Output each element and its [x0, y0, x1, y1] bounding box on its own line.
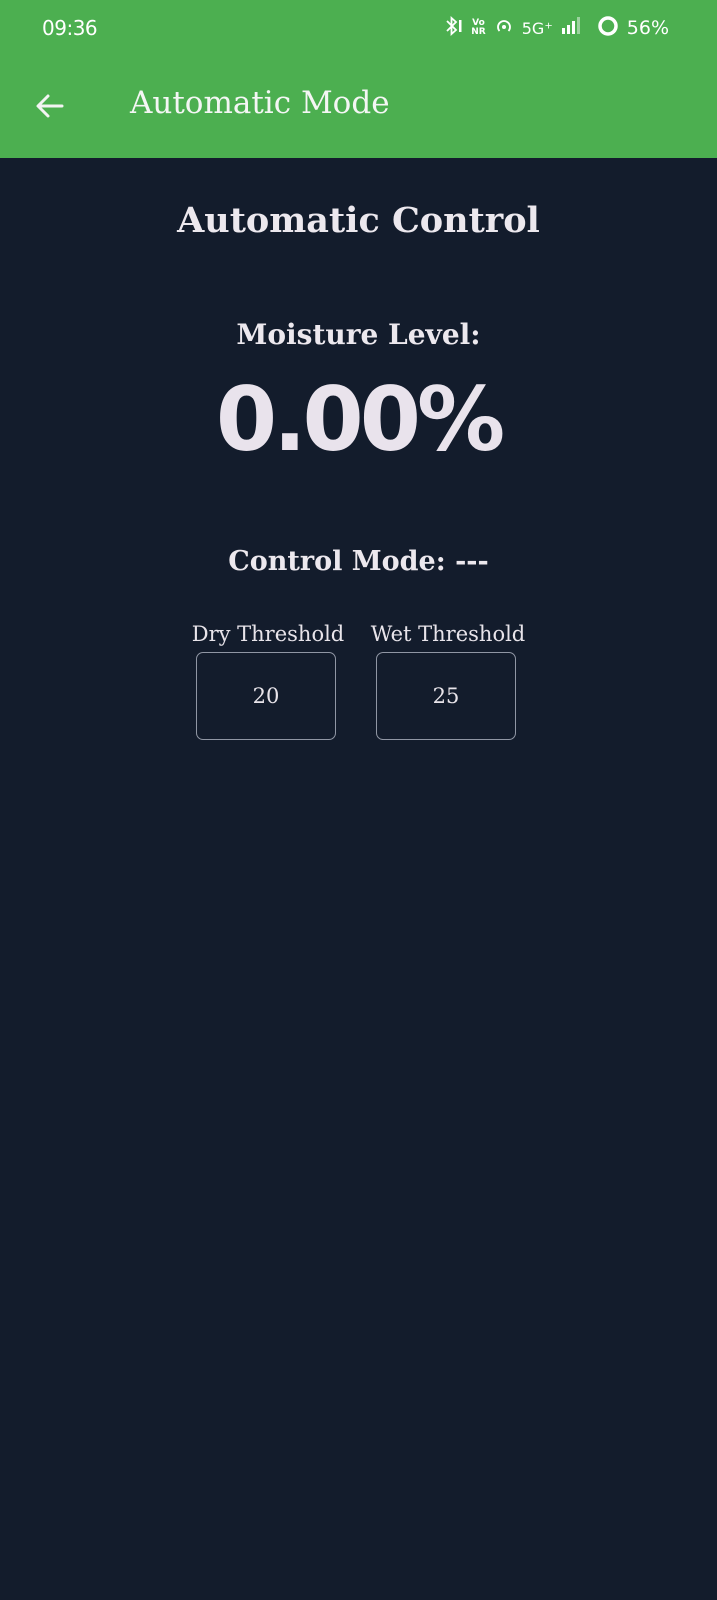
page-title: Automatic Mode: [130, 85, 390, 121]
status-time: 09:36: [42, 16, 98, 40]
wet-threshold-group: Wet Threshold: [371, 622, 525, 740]
status-bar: 09:36 Vo NR 5G⁺ 56%: [0, 0, 717, 58]
battery-icon: [597, 15, 619, 42]
volte-icon: Vo NR: [471, 19, 485, 37]
dry-threshold-group: Dry Threshold: [192, 622, 344, 740]
moisture-value: 0.00%: [215, 368, 505, 471]
wet-threshold-input[interactable]: [377, 683, 515, 709]
wet-threshold-label: Wet Threshold: [370, 622, 526, 646]
control-mode-text: Control Mode: ---: [228, 546, 489, 577]
volte-bottom-label: NR: [471, 27, 486, 37]
dry-threshold-label: Dry Threshold: [191, 622, 345, 646]
network-type: 5G⁺: [521, 18, 553, 38]
moisture-label: Moisture Level:: [236, 318, 481, 351]
wet-threshold-box[interactable]: [376, 652, 516, 740]
section-heading: Automatic Control: [177, 200, 540, 241]
arrow-left-icon: [34, 90, 66, 126]
back-button[interactable]: [26, 84, 74, 132]
signal-icon: [561, 16, 583, 41]
app-bar: Automatic Mode: [0, 58, 717, 158]
dry-threshold-input[interactable]: [197, 683, 335, 709]
battery-percent: 56%: [626, 17, 669, 39]
bluetooth-icon: [443, 15, 463, 42]
status-icons: Vo NR 5G⁺ 56%: [443, 15, 669, 41]
dry-threshold-box[interactable]: [196, 652, 336, 740]
hotspot-icon: [494, 16, 514, 41]
